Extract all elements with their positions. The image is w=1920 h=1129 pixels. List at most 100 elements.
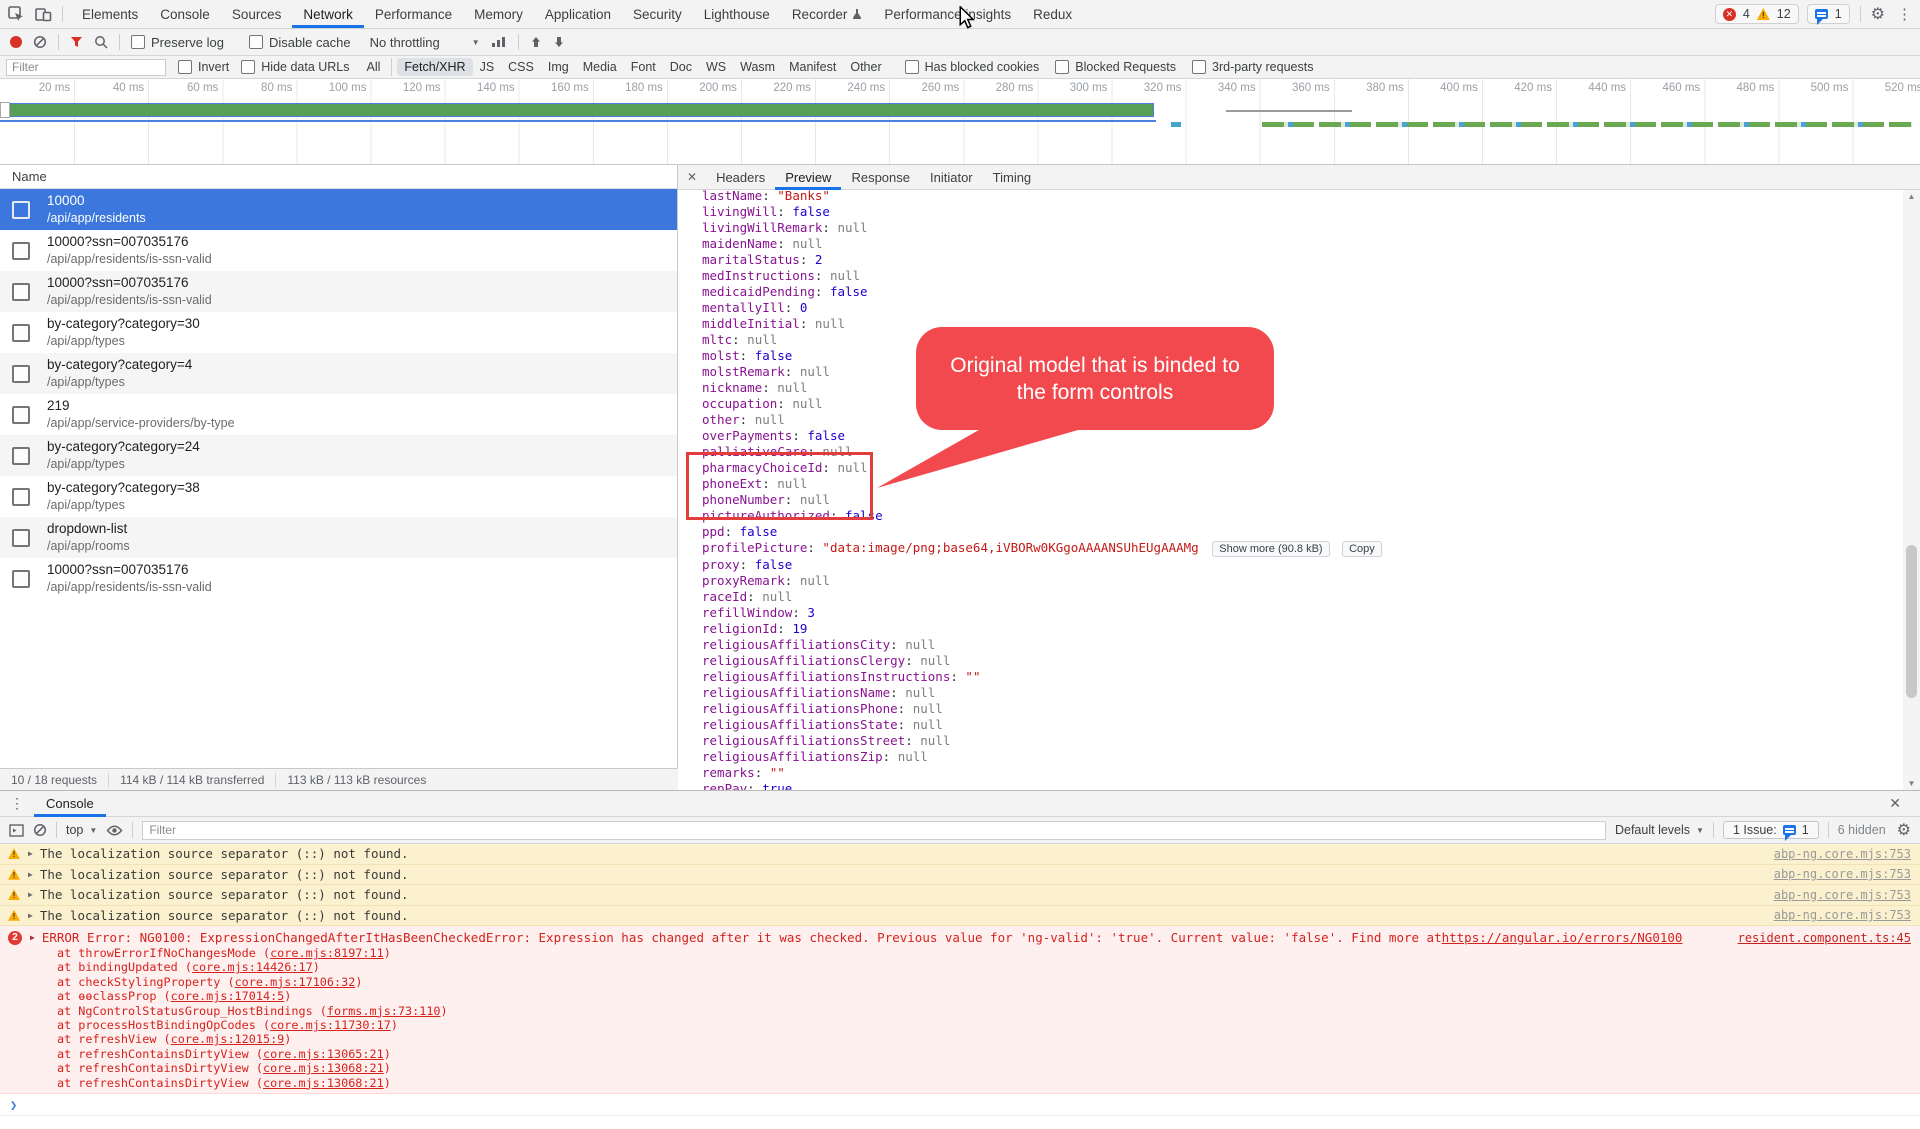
json-property-line[interactable]: repPay: true Show more (90.8 kB) Copy bbox=[702, 781, 1903, 790]
main-panel-tab[interactable]: Performance insights bbox=[873, 0, 1022, 28]
extra-filter-checkbox-group[interactable]: Has blocked cookies bbox=[905, 60, 1040, 74]
expand-arrow-icon[interactable]: ▶ bbox=[28, 890, 33, 899]
json-property-line[interactable]: ppd: false Show more (90.8 kB) Copy bbox=[702, 524, 1903, 540]
invert-checkbox-group[interactable]: Invert bbox=[178, 60, 229, 74]
json-property-line[interactable]: middleInitial: null Show more (90.8 kB) … bbox=[702, 316, 1903, 332]
request-row[interactable]: 219 /api/app/service-providers/by-type bbox=[0, 394, 677, 435]
disable-cache-checkbox[interactable] bbox=[249, 35, 263, 49]
json-property-line[interactable]: religionId: 19 Show more (90.8 kB) Copy bbox=[702, 621, 1903, 637]
request-checkbox[interactable] bbox=[12, 447, 30, 465]
json-property-line[interactable]: proxyRemark: null Show more (90.8 kB) Co… bbox=[702, 573, 1903, 589]
main-panel-tab[interactable]: Console bbox=[149, 0, 221, 28]
search-icon[interactable] bbox=[94, 35, 108, 49]
request-checkbox[interactable] bbox=[12, 488, 30, 506]
json-property-line[interactable]: lastName: "Banks" Show more (90.8 kB) Co… bbox=[702, 190, 1903, 204]
clear-network-log-icon[interactable] bbox=[33, 35, 47, 49]
main-panel-tab[interactable]: Sources bbox=[221, 0, 293, 28]
javascript-context-select[interactable]: top ▼ bbox=[66, 823, 97, 837]
request-row[interactable]: 10000?ssn=007035176 /api/app/residents/i… bbox=[0, 230, 677, 271]
expand-arrow-icon[interactable]: ▶ bbox=[28, 849, 33, 858]
error-docs-link[interactable]: https://angular.io/errors/NG0100 bbox=[1442, 930, 1683, 945]
log-level-select[interactable]: Default levels ▼ bbox=[1615, 823, 1704, 837]
json-property-line[interactable]: molst: false Show more (90.8 kB) Copy bbox=[702, 348, 1903, 364]
console-warning-row[interactable]: ▶ The localization source separator (::)… bbox=[0, 906, 1920, 927]
console-sidebar-icon[interactable] bbox=[9, 824, 24, 837]
console-error-block[interactable]: 2 ▶ ERROR Error: NG0100: ExpressionChang… bbox=[0, 926, 1920, 1094]
filter-funnel-icon[interactable] bbox=[70, 36, 83, 48]
request-row[interactable]: by-category?category=38 /api/app/types bbox=[0, 476, 677, 517]
detail-tab[interactable]: Headers bbox=[706, 165, 775, 190]
extra-filter-checkbox[interactable] bbox=[905, 60, 919, 74]
invert-checkbox[interactable] bbox=[178, 60, 192, 74]
resource-type-filter[interactable]: JS bbox=[473, 58, 502, 76]
import-har-icon[interactable] bbox=[530, 36, 542, 48]
preserve-log-checkbox-group[interactable]: Preserve log bbox=[131, 35, 224, 50]
inspect-element-icon[interactable] bbox=[8, 6, 25, 22]
request-checkbox[interactable] bbox=[12, 324, 30, 342]
stack-source-link[interactable]: core.mjs:13065:21 bbox=[263, 1047, 384, 1061]
request-row[interactable]: by-category?category=4 /api/app/types bbox=[0, 353, 677, 394]
json-property-line[interactable]: religiousAffiliationsClergy: null Show m… bbox=[702, 653, 1903, 669]
request-checkbox[interactable] bbox=[12, 283, 30, 301]
json-property-line[interactable]: medicaidPending: false Show more (90.8 k… bbox=[702, 284, 1903, 300]
json-property-line[interactable]: livingWillRemark: null Show more (90.8 k… bbox=[702, 220, 1903, 236]
stack-source-link[interactable]: core.mjs:17014:5 bbox=[171, 989, 285, 1003]
json-property-line[interactable]: mltc: null Show more (90.8 kB) Copy bbox=[702, 332, 1903, 348]
json-property-line[interactable]: profilePicture: "data:image/png;base64,i… bbox=[702, 540, 1903, 557]
request-checkbox[interactable] bbox=[12, 242, 30, 260]
error-source-link[interactable]: resident.component.ts:45 bbox=[1738, 931, 1911, 945]
main-panel-tab[interactable]: Lighthouse bbox=[693, 0, 781, 28]
stack-source-link[interactable]: core.mjs:12015:9 bbox=[171, 1032, 285, 1046]
resource-type-filter[interactable]: Img bbox=[541, 58, 576, 76]
details-scrollbar[interactable]: ▲ ▼ bbox=[1903, 190, 1920, 790]
json-property-line[interactable]: nickname: null Show more (90.8 kB) Copy bbox=[702, 380, 1903, 396]
source-link[interactable]: abp-ng.core.mjs:753 bbox=[1774, 908, 1911, 922]
json-property-line[interactable]: religiousAffiliationsStreet: null Show m… bbox=[702, 733, 1903, 749]
request-checkbox[interactable] bbox=[12, 529, 30, 547]
json-property-line[interactable]: religiousAffiliationsInstructions: "" Sh… bbox=[702, 669, 1903, 685]
resource-type-filter[interactable]: All bbox=[360, 58, 393, 76]
console-warning-row[interactable]: ▶ The localization source separator (::)… bbox=[0, 865, 1920, 886]
resource-type-filter[interactable]: Other bbox=[843, 58, 888, 76]
network-filter-input[interactable] bbox=[6, 59, 166, 76]
resource-type-filter[interactable]: Wasm bbox=[733, 58, 782, 76]
json-property-line[interactable]: mentallyIll: 0 Show more (90.8 kB) Copy bbox=[702, 300, 1903, 316]
copy-button[interactable]: Copy bbox=[1342, 541, 1382, 557]
throttling-select[interactable]: No throttling ▼ bbox=[370, 35, 480, 50]
request-checkbox[interactable] bbox=[12, 365, 30, 383]
json-property-line[interactable]: religiousAffiliationsState: null Show mo… bbox=[702, 717, 1903, 733]
clear-console-icon[interactable] bbox=[33, 823, 47, 837]
console-prompt[interactable]: ❯ bbox=[0, 1094, 1920, 1116]
extra-filter-checkbox-group[interactable]: 3rd-party requests bbox=[1192, 60, 1313, 74]
close-drawer-icon[interactable]: ✕ bbox=[1880, 795, 1910, 812]
main-panel-tab[interactable]: Performance bbox=[364, 0, 463, 28]
request-row[interactable]: 10000?ssn=007035176 /api/app/residents/i… bbox=[0, 558, 677, 599]
errors-warnings-badge[interactable]: ✕ 4 12 bbox=[1715, 4, 1799, 24]
export-har-icon[interactable] bbox=[553, 36, 565, 48]
json-property-line[interactable]: religiousAffiliationsCity: null Show mor… bbox=[702, 637, 1903, 653]
network-conditions-icon[interactable] bbox=[491, 36, 507, 48]
resource-type-filter[interactable]: Font bbox=[624, 58, 663, 76]
name-column-header[interactable]: Name bbox=[0, 165, 677, 189]
stack-source-link[interactable]: core.mjs:8197:11 bbox=[270, 946, 384, 960]
json-property-line[interactable]: pictureAuthorized: false Show more (90.8… bbox=[702, 508, 1903, 524]
json-property-line[interactable]: maritalStatus: 2 Show more (90.8 kB) Cop… bbox=[702, 252, 1903, 268]
stack-source-link[interactable]: core.mjs:13068:21 bbox=[263, 1061, 384, 1075]
settings-gear-icon[interactable]: ⚙ bbox=[1871, 4, 1885, 24]
overview-left-handle[interactable] bbox=[0, 102, 10, 118]
stack-source-link[interactable]: core.mjs:14426:17 bbox=[192, 960, 313, 974]
resource-type-filter[interactable]: CSS bbox=[501, 58, 541, 76]
show-more-button[interactable]: Show more (90.8 kB) bbox=[1212, 541, 1329, 557]
device-toolbar-icon[interactable] bbox=[35, 7, 52, 22]
json-property-line[interactable]: proxy: false Show more (90.8 kB) Copy bbox=[702, 557, 1903, 573]
expand-arrow-icon[interactable]: ▶ bbox=[30, 933, 35, 942]
console-drawer-tab[interactable]: Console bbox=[34, 791, 106, 817]
stack-source-link[interactable]: core.mjs:17106:32 bbox=[235, 975, 356, 989]
extra-filter-checkbox[interactable] bbox=[1192, 60, 1206, 74]
resource-type-filter[interactable]: Media bbox=[576, 58, 624, 76]
detail-tab[interactable]: Response bbox=[841, 165, 920, 190]
stack-source-link[interactable]: core.mjs:11730:17 bbox=[270, 1018, 391, 1032]
json-property-line[interactable]: religiousAffiliationsPhone: null Show mo… bbox=[702, 701, 1903, 717]
scroll-up-icon[interactable]: ▲ bbox=[1903, 192, 1920, 201]
main-panel-tab[interactable]: Security bbox=[622, 0, 693, 28]
